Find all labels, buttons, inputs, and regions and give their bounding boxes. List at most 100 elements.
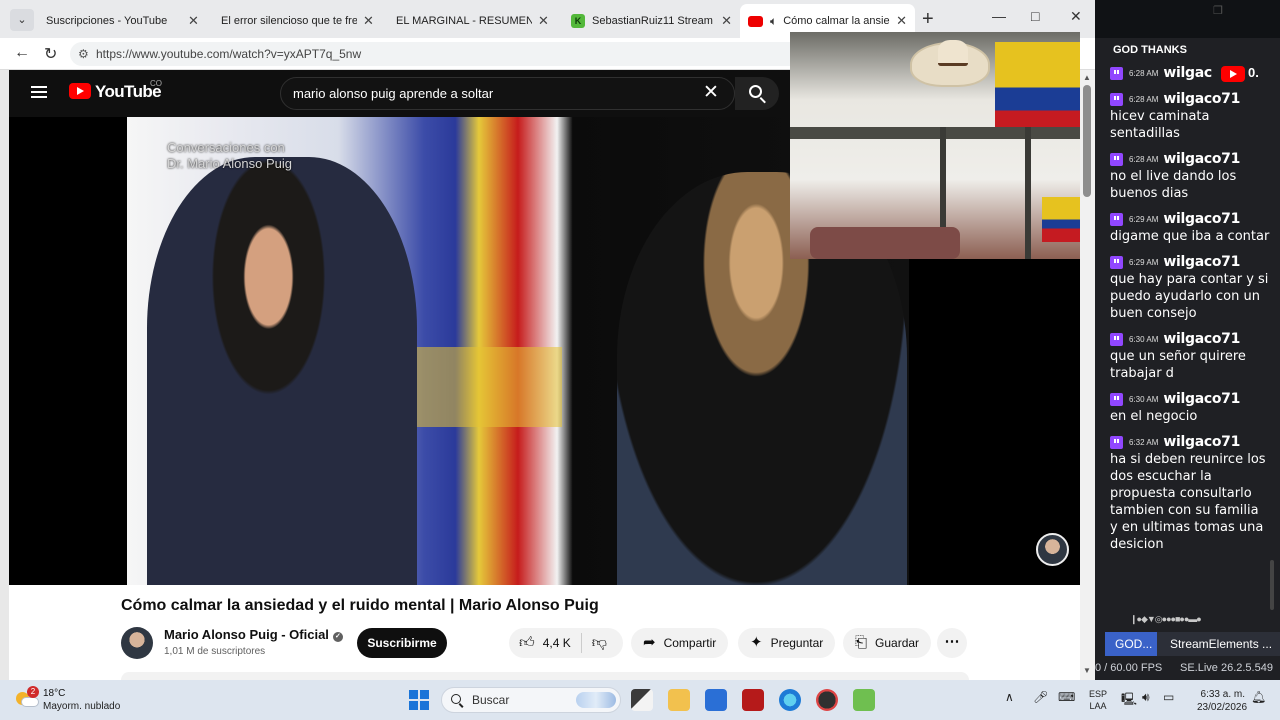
sparkle-icon: ✦: [750, 634, 763, 651]
taskbar-search[interactable]: Buscar: [441, 687, 621, 713]
channel-avatar[interactable]: [121, 627, 153, 659]
minimize-button[interactable]: —: [992, 8, 1006, 24]
chat-message: 6:28 AM wilgaco71 no el live dando los bue…: [1110, 150, 1270, 202]
message-user: wilgaco71: [1163, 211, 1241, 227]
clear-search-icon[interactable]: ✕: [703, 81, 719, 104]
reload-button[interactable]: ↻: [44, 44, 57, 64]
message-text: ha si deben reunirce los dos escuchar la…: [1110, 452, 1266, 552]
windows-start-icon[interactable]: [409, 690, 429, 710]
description-box[interactable]: [121, 672, 969, 680]
speaker-icon[interactable]: 🔈︎: [770, 14, 777, 29]
temperature[interactable]: 18°C: [43, 688, 65, 699]
file-explorer-icon[interactable]: [668, 689, 690, 711]
twitch-icon: [1110, 392, 1123, 406]
url-text: https://www.youtube.com/watch?v=yxAPT7q_…: [96, 47, 362, 61]
search-input[interactable]: mario alonso puig aprende a soltar: [280, 77, 735, 110]
youtube-logo-icon[interactable]: [69, 83, 91, 99]
message-time: 6:29 AM: [1129, 257, 1159, 267]
scroll-up-icon[interactable]: ▲: [1083, 73, 1091, 82]
message-text: en el negocio: [1110, 409, 1198, 424]
tab-god[interactable]: GOD...: [1105, 632, 1157, 656]
close-tab-icon[interactable]: ✕: [721, 13, 732, 29]
tab-el-marginal[interactable]: EL MARGINAL - RESUMEN DE ✕: [388, 6, 563, 86]
thumbs-up-icon: 👍︎: [519, 634, 535, 651]
network-icon[interactable]: 🖳︎: [1121, 690, 1137, 711]
message-user: wilgaco71: [1163, 91, 1241, 107]
edge-browser-icon[interactable]: [779, 689, 801, 711]
message-user: wilgac: [1163, 65, 1212, 81]
back-button[interactable]: ←: [14, 44, 30, 62]
tab-streamelements[interactable]: StreamElements ...: [1160, 632, 1280, 656]
site-info-icon[interactable]: ⚙︎: [78, 42, 89, 66]
bed-blanket: [810, 227, 960, 259]
cloud-icon: [21, 697, 39, 707]
twitch-icon: [1110, 255, 1123, 269]
video-person-left: [147, 157, 417, 585]
message-time: 6:32 AM: [1129, 437, 1159, 447]
app-icon[interactable]: [742, 689, 764, 711]
chevron-up-icon[interactable]: ∧: [1005, 690, 1014, 704]
clock-date: 23/02/2026: [1197, 702, 1248, 713]
close-tab-icon[interactable]: ✕: [188, 13, 199, 29]
twitch-icon: [1110, 66, 1123, 80]
overlay-line: Conversaciones con: [167, 140, 285, 155]
like-dislike-group: 👍︎ 4,4 K 👎︎: [509, 628, 623, 658]
scrollbar-thumb[interactable]: [1083, 85, 1091, 197]
ask-button[interactable]: ✦ Preguntar: [738, 628, 836, 658]
chat-message: 6:30 AM wilgaco71 que un señor quirere tra…: [1110, 330, 1270, 382]
menu-icon[interactable]: [31, 86, 47, 98]
page-scrollbar[interactable]: ▲ ▼: [1080, 70, 1095, 680]
microsoft-store-icon[interactable]: [705, 689, 727, 711]
close-tab-icon[interactable]: ✕: [896, 13, 907, 29]
flag-decoration: [995, 42, 1080, 137]
channel-watermark-avatar[interactable]: [1036, 533, 1069, 566]
ask-label: Preguntar: [770, 636, 824, 650]
app-icon-2[interactable]: [853, 689, 875, 711]
chat-scrollbar[interactable]: [1270, 560, 1274, 610]
microphone-icon[interactable]: 🎤︎: [1033, 690, 1048, 704]
tab-suscripciones[interactable]: Suscripciones - YouTube ✕: [38, 6, 213, 86]
small-flag: [1042, 197, 1080, 242]
battery-icon[interactable]: ▭: [1163, 690, 1174, 704]
search-icon: [451, 694, 461, 704]
thumbs-down-icon: 👎︎: [591, 634, 607, 651]
search-button[interactable]: [735, 77, 779, 110]
obs-icon[interactable]: [816, 689, 838, 711]
emote-strip: ❙●◆▼◎●●●■●●▬●: [1130, 614, 1202, 624]
close-tab-icon[interactable]: ✕: [363, 13, 374, 29]
search-icon: [748, 85, 762, 98]
webcam-overlay: [790, 32, 1080, 259]
logo-pane: [420, 690, 429, 699]
system-clock[interactable]: 6:33 a. m. 23/02/2026: [1197, 688, 1248, 714]
message-time: 6:28 AM: [1129, 94, 1159, 104]
kick-icon: K: [571, 13, 585, 28]
share-button[interactable]: ➦ Compartir: [631, 628, 729, 658]
task-view-icon[interactable]: [631, 689, 653, 711]
subscribe-button[interactable]: Suscribirme: [357, 628, 447, 658]
channel-name[interactable]: Mario Alonso Puig - Oficial ✓: [164, 627, 343, 642]
weather-condition[interactable]: Mayorm. nublado: [43, 701, 120, 712]
like-button[interactable]: 👍︎ 4,4 K: [509, 628, 581, 658]
twitch-icon: [1110, 152, 1123, 166]
tab-list-button[interactable]: ⌄: [10, 9, 34, 31]
language-indicator[interactable]: ESP LAA: [1089, 688, 1107, 712]
video-overlay-caption: Conversaciones con Dr. Mario Alonso Puig: [167, 140, 292, 172]
tab-error-silencioso[interactable]: El error silencioso que te frena ✕: [213, 6, 388, 86]
twitch-icon: [1110, 92, 1123, 106]
keyboard-icon[interactable]: ⌨: [1058, 690, 1075, 704]
dislike-button[interactable]: 👎︎: [582, 628, 617, 658]
message-text: hicev caminata sentadillas: [1110, 109, 1210, 141]
twitch-icon: [1110, 435, 1123, 449]
notification-bell-icon[interactable]: 🔔︎: [1251, 690, 1266, 704]
close-window-button[interactable]: ✕: [1070, 8, 1082, 25]
new-tab-button[interactable]: +: [922, 8, 934, 31]
close-tab-icon[interactable]: ✕: [538, 13, 549, 29]
tab-sebastianruiz-stream[interactable]: K SebastianRuiz11 Stream - Wa ✕: [563, 6, 740, 35]
volume-icon[interactable]: 🔊︎: [1142, 690, 1150, 705]
save-button[interactable]: ⎗ Guardar: [843, 628, 932, 658]
maximize-button[interactable]: □: [1031, 8, 1039, 24]
more-actions-button[interactable]: ⋯: [937, 628, 967, 658]
chat-top-strip: [1095, 0, 1280, 38]
message-user: wilgaco71: [1163, 151, 1241, 167]
scroll-down-icon[interactable]: ▼: [1083, 666, 1091, 675]
